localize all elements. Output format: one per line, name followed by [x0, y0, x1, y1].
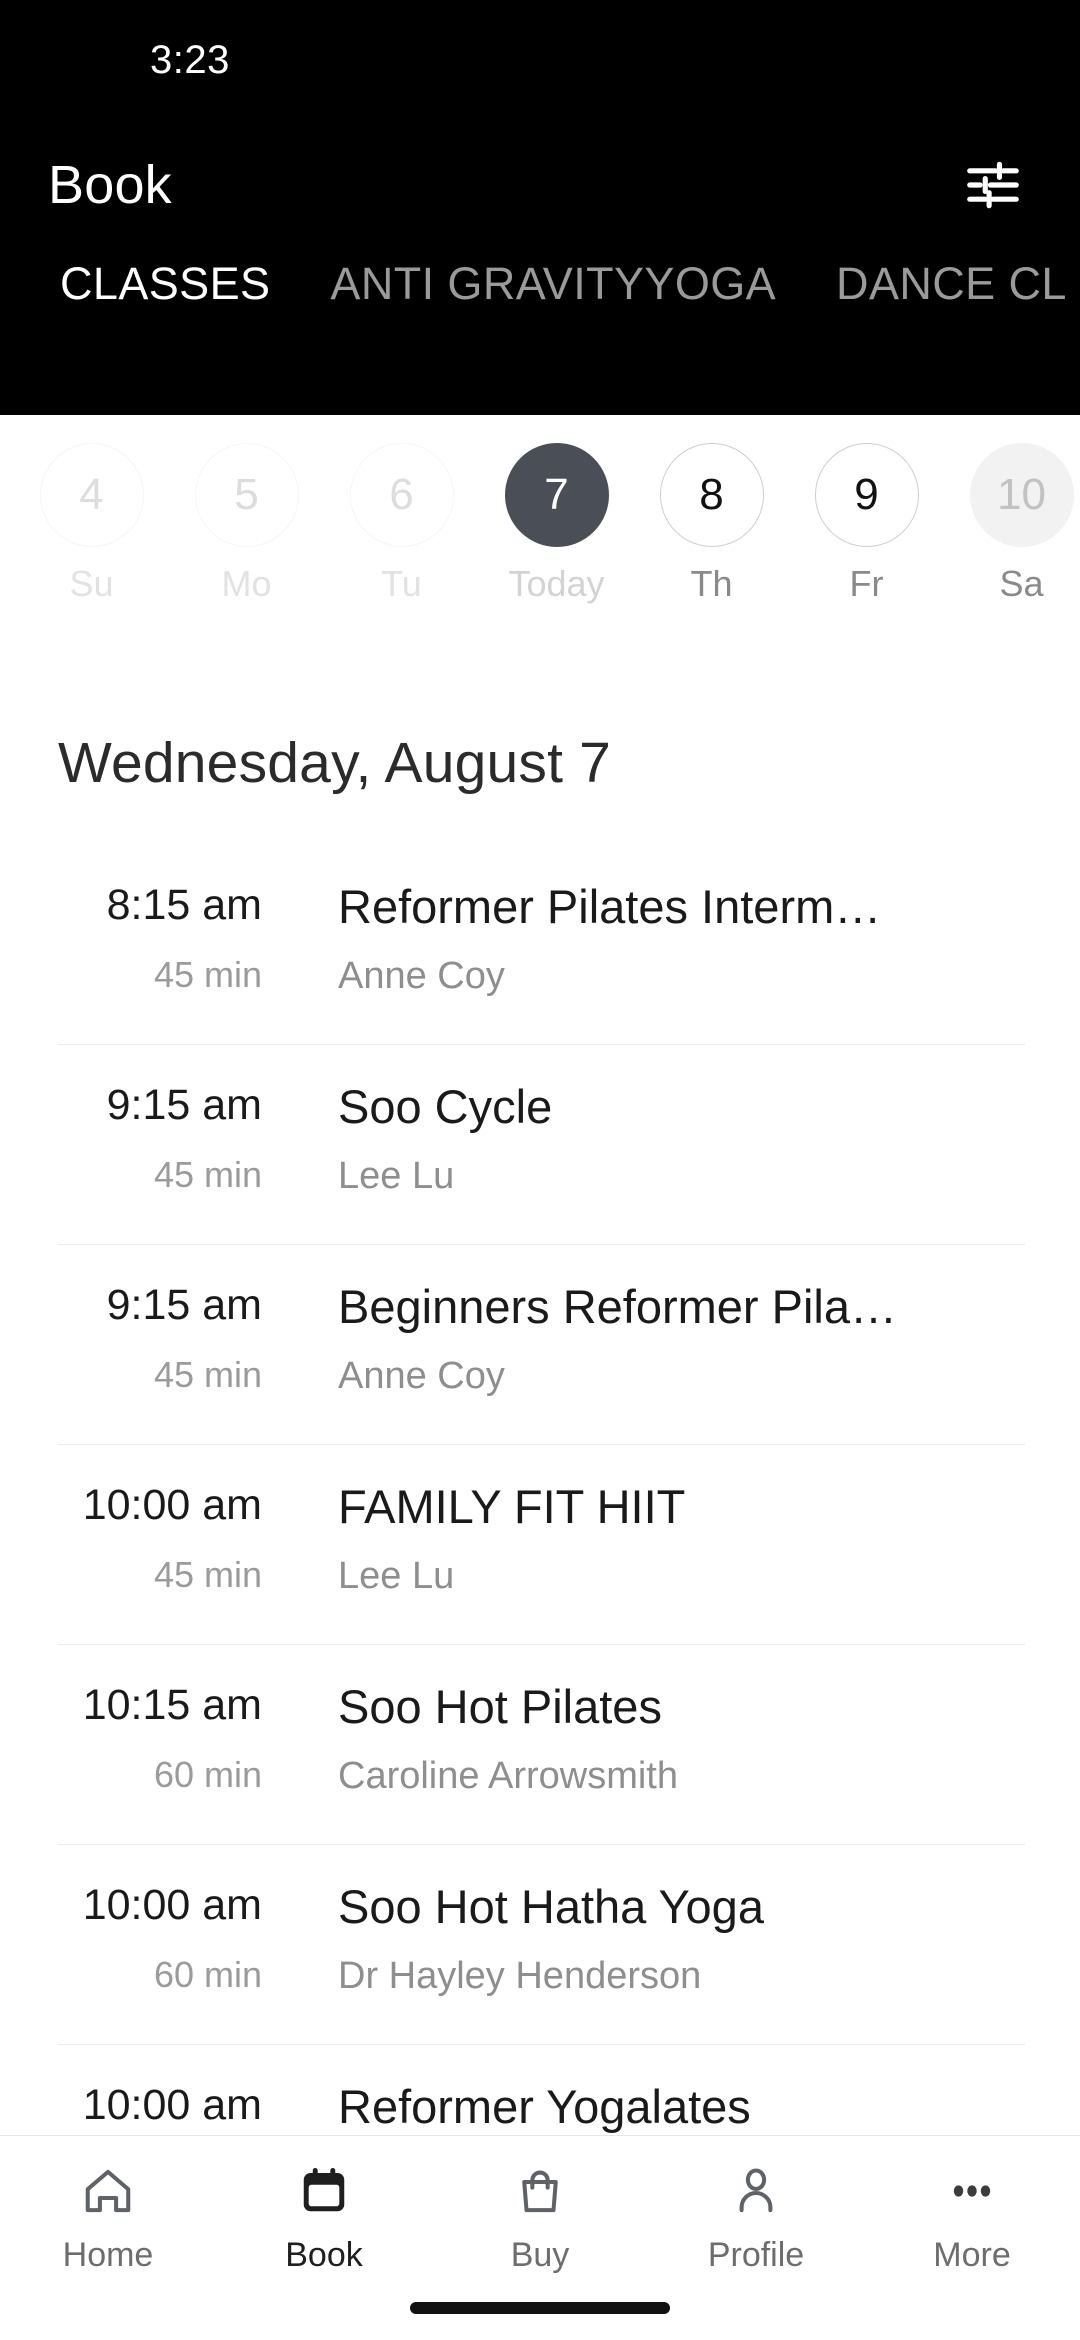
class-duration: 45 min [153, 1554, 262, 1596]
class-instructor: Lee Lu [338, 1154, 455, 1197]
table-row[interactable]: 10:00 am 45 min FAMILY FIT HIIT Lee Lu [0, 1445, 1080, 1645]
app-header: 3:23 Book CLASSES ANTI GRAVITYYOGA DANCE… [0, 0, 1080, 415]
date-weekday-10: Sa [999, 563, 1044, 604]
class-name: Soo Hot Pilates [338, 1681, 662, 1733]
class-info-column: FAMILY FIT HIIT Lee Lu [290, 1481, 1080, 1609]
class-info-column: Reformer Yogalates [290, 2081, 1080, 2135]
person-icon [729, 2158, 783, 2224]
selected-day-heading: Wednesday, August 7 [58, 731, 612, 795]
class-instructor: Anne Coy [338, 1354, 505, 1397]
nav-label-more: More [933, 2236, 1011, 2274]
date-weekday-6: Tu [381, 563, 422, 604]
home-indicator [410, 2302, 670, 2314]
date-weekday-4: Su [69, 563, 114, 604]
date-cell-9[interactable]: 9 Fr [789, 443, 944, 605]
date-weekday-5: Mo [221, 563, 272, 604]
tab-classes[interactable]: CLASSES [30, 250, 300, 310]
class-duration: 60 min [153, 1754, 262, 1796]
class-time-column: 10:00 am 60 min [0, 1881, 290, 2009]
class-instructor: Dr Hayley Henderson [338, 1954, 702, 1997]
nav-item-buy[interactable]: Buy [432, 2158, 648, 2275]
class-name: FAMILY FIT HIIT [338, 1481, 686, 1533]
table-row[interactable]: 10:00 am Reformer Yogalates [0, 2045, 1080, 2135]
class-info-column: Soo Hot Pilates Caroline Arrowsmith [290, 1681, 1080, 1809]
date-number-10[interactable]: 10 [969, 443, 1074, 547]
date-cell-5[interactable]: 5 Mo [169, 443, 324, 605]
class-name: Reformer Pilates Interme… [338, 881, 898, 933]
calendar-icon [297, 2158, 351, 2224]
class-schedule-list[interactable]: 8:15 am 45 min Reformer Pilates Interme…… [0, 845, 1080, 2135]
date-cell-4[interactable]: 4 Su [14, 443, 169, 605]
status-bar-time: 3:23 [150, 37, 230, 82]
class-name: Soo Cycle [338, 1081, 553, 1133]
title-bar: Book [0, 120, 1080, 250]
class-time: 10:00 am [82, 1481, 262, 1529]
class-time: 10:00 am [82, 1881, 262, 1929]
category-tab-bar[interactable]: CLASSES ANTI GRAVITYYOGA DANCE CL [0, 250, 1080, 370]
nav-label-book: Book [285, 2236, 363, 2274]
tab-anti-gravity-yoga[interactable]: ANTI GRAVITYYOGA [300, 250, 806, 310]
table-row[interactable]: 10:00 am 60 min Soo Hot Hatha Yoga Dr Ha… [0, 1845, 1080, 2045]
class-duration: 45 min [153, 1154, 262, 1196]
class-time-column: 8:15 am 45 min [0, 881, 290, 1009]
page-title: Book [48, 155, 172, 215]
nav-item-profile[interactable]: Profile [648, 2158, 864, 2275]
class-time: 10:00 am [82, 2081, 262, 2129]
date-number-5[interactable]: 5 [194, 443, 299, 547]
class-time-column: 10:15 am 60 min [0, 1681, 290, 1809]
nav-label-buy: Buy [510, 2236, 570, 2274]
class-info-column: Beginners Reformer Pilat… Anne Coy [290, 1281, 1080, 1409]
status-bar: 3:23 [0, 0, 1080, 120]
class-info-column: Soo Cycle Lee Lu [290, 1081, 1080, 1209]
table-row[interactable]: 9:15 am 45 min Beginners Reformer Pilat…… [0, 1245, 1080, 1445]
class-name: Reformer Yogalates [338, 2081, 751, 2133]
date-cell-6[interactable]: 6 Tu [324, 443, 479, 605]
date-weekday-9: Fr [849, 563, 884, 604]
class-time-column: 10:00 am [0, 2081, 290, 2135]
class-name: Soo Hot Hatha Yoga [338, 1881, 764, 1933]
tab-dance-classes[interactable]: DANCE CL [806, 250, 1080, 310]
class-time-column: 9:15 am 45 min [0, 1081, 290, 1209]
class-info-column: Reformer Pilates Interme… Anne Coy [290, 881, 1080, 1009]
date-weekday-8: Th [690, 563, 733, 604]
class-instructor: Anne Coy [338, 954, 505, 997]
date-number-6[interactable]: 6 [349, 443, 454, 547]
class-duration: 45 min [153, 1354, 262, 1396]
date-number-4[interactable]: 4 [39, 443, 144, 547]
table-row[interactable]: 10:15 am 60 min Soo Hot Pilates Caroline… [0, 1645, 1080, 1845]
class-duration: 60 min [153, 1954, 262, 1996]
nav-label-profile: Profile [707, 2236, 805, 2274]
date-cell-7-today[interactable]: 7 Today [479, 443, 634, 605]
date-cell-8[interactable]: 8 Th [634, 443, 789, 605]
date-weekday-today: Today [508, 563, 605, 604]
class-time: 10:15 am [82, 1681, 262, 1729]
class-instructor: Lee Lu [338, 1554, 455, 1597]
date-cell-10[interactable]: 10 Sa [944, 443, 1080, 605]
class-info-column: Soo Hot Hatha Yoga Dr Hayley Henderson [290, 1881, 1080, 2009]
class-time-column: 9:15 am 45 min [0, 1281, 290, 1409]
home-icon [81, 2158, 135, 2224]
date-number-9[interactable]: 9 [814, 443, 919, 547]
class-name: Beginners Reformer Pilat… [338, 1281, 898, 1333]
nav-item-more[interactable]: More [864, 2158, 1080, 2275]
class-time: 9:15 am [106, 1081, 262, 1129]
class-time-column: 10:00 am 45 min [0, 1481, 290, 1609]
nav-label-home: Home [62, 2236, 154, 2274]
table-row[interactable]: 9:15 am 45 min Soo Cycle Lee Lu [0, 1045, 1080, 1245]
tune-filter-icon[interactable] [958, 150, 1028, 220]
date-number-8[interactable]: 8 [659, 443, 764, 547]
class-instructor: Caroline Arrowsmith [338, 1754, 678, 1797]
table-row[interactable]: 8:15 am 45 min Reformer Pilates Interme…… [0, 845, 1080, 1045]
bag-icon [513, 2158, 567, 2224]
class-time: 8:15 am [106, 881, 262, 929]
class-time: 9:15 am [106, 1281, 262, 1329]
class-duration: 45 min [153, 954, 262, 996]
date-number-7[interactable]: 7 [504, 443, 609, 547]
nav-item-home[interactable]: Home [0, 2158, 216, 2275]
date-selector-strip[interactable]: 4 Su 5 Mo 6 Tu 7 Today 8 Th 9 Fr 10 Sa [0, 415, 1080, 645]
nav-item-book[interactable]: Book [216, 2158, 432, 2275]
dots-icon [945, 2158, 999, 2224]
